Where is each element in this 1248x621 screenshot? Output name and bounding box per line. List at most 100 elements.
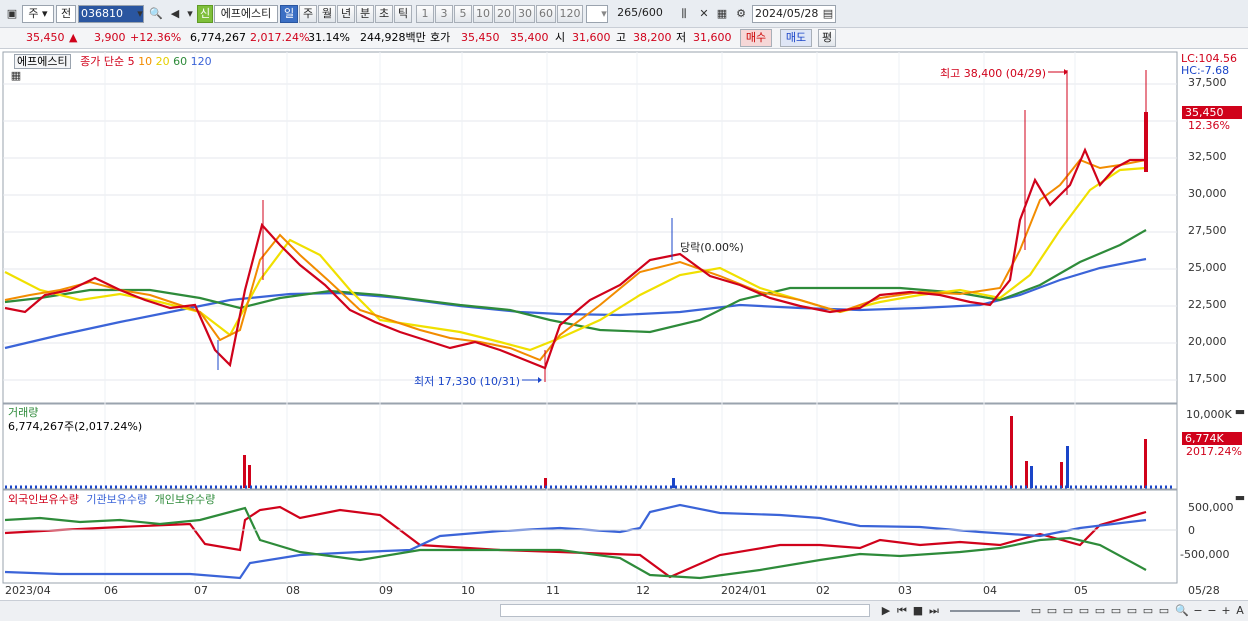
turnover: 31.14% <box>308 31 350 44</box>
period-select[interactable]: 주 ▾ <box>22 5 54 23</box>
code-value: 036810 <box>81 7 123 20</box>
period-select-label: 주 <box>28 7 39 20</box>
chevron-down-icon[interactable]: ▾ <box>132 6 148 22</box>
n-button-1[interactable]: 1 <box>416 5 434 23</box>
layout-icon[interactable]: ▭ <box>1076 603 1092 619</box>
zoom-slider[interactable] <box>950 610 1020 612</box>
volume-value: 6,774,267주(2,017.24%) <box>8 420 143 433</box>
x-tick: 2023/04 <box>5 584 51 597</box>
y-tick-37500: 37,500 <box>1188 76 1227 89</box>
layout-icon[interactable]: ▭ <box>1140 603 1156 619</box>
volume-max-tick: 10,000K <box>1186 408 1232 421</box>
table-icon[interactable]: ▦ <box>8 68 24 84</box>
ruler-icon[interactable]: ▦ <box>714 6 730 22</box>
low-annotation: 최저 17,330 (10/31) <box>414 375 521 388</box>
search-icon[interactable]: 🔍 <box>148 6 164 22</box>
y-tick-17500: 17,500 <box>1188 372 1227 385</box>
change-pct: +12.36% <box>130 31 182 44</box>
chevron-down-icon[interactable]: ▾ <box>182 6 198 22</box>
x-tick: 02 <box>816 584 830 597</box>
stop-icon[interactable]: ■ <box>910 603 926 619</box>
legend-ma120: 120 <box>190 55 212 68</box>
magnifier-icon[interactable]: 🔍 <box>1174 603 1190 619</box>
layout-icon[interactable]: ▭ <box>1044 603 1060 619</box>
last-pct-tag: 12.36% <box>1188 119 1230 132</box>
count-value: 265 <box>617 6 639 19</box>
y-tick-27500: 27,500 <box>1188 224 1227 237</box>
tab-year[interactable]: 년 <box>337 5 355 23</box>
open-price: 31,600 <box>572 31 611 44</box>
calendar-icon[interactable]: ▤ <box>820 6 836 22</box>
scrollbar[interactable] <box>500 604 870 617</box>
low-label: 저 <box>676 31 687 44</box>
legend-ma5: 5 <box>127 55 135 68</box>
layout-icon[interactable]: ▭ <box>1028 603 1044 619</box>
holding-legend: 외국인보유수량 기관보유수량 개인보유수량 <box>8 491 215 507</box>
tab-second[interactable]: 초 <box>375 5 393 23</box>
bid-price: 35,400 <box>510 31 549 44</box>
high-label: 고 <box>616 31 627 44</box>
change: 3,900 <box>94 31 126 44</box>
y-tick-30000: 30,000 <box>1188 187 1227 200</box>
collapse-icon[interactable]: ▬ <box>1232 490 1248 506</box>
collapse-icon[interactable]: ▬ <box>1232 404 1248 420</box>
n-button-120[interactable]: 120 <box>557 5 583 23</box>
x-tick: 06 <box>104 584 118 597</box>
tab-week[interactable]: 주 <box>299 5 317 23</box>
gear-icon[interactable]: ⚙ <box>733 6 749 22</box>
price-legend: 에프에스티 종가 단순 5 10 20 60 120 <box>14 53 212 69</box>
speaker-icon[interactable]: ◀︎ <box>167 6 183 22</box>
n-button-10[interactable]: 10 <box>473 5 493 23</box>
prev-select[interactable]: 전 <box>56 5 76 23</box>
layout-icon[interactable]: ▭ <box>1092 603 1108 619</box>
up-triangle-icon: ▲ <box>69 31 78 44</box>
tab-day[interactable]: 일 <box>280 5 298 23</box>
layout-icon[interactable]: ▭ <box>1060 603 1076 619</box>
tab-month[interactable]: 월 <box>318 5 336 23</box>
window-icon[interactable]: ▣ <box>4 6 20 22</box>
x-tick: 2024/01 <box>721 584 767 597</box>
x-tick: 12 <box>636 584 650 597</box>
last-price-tag: 35,450 <box>1182 106 1242 119</box>
font-size-icon[interactable]: A <box>1232 603 1248 619</box>
rewind-icon[interactable]: ⏮ <box>894 603 910 619</box>
avg-button[interactable]: 평 <box>818 29 836 47</box>
fast-forward-icon[interactable]: ⏭ <box>926 603 942 619</box>
tab-tick[interactable]: 틱 <box>394 5 412 23</box>
x-tick: 09 <box>379 584 393 597</box>
sell-button[interactable]: 매도 <box>780 29 812 47</box>
hoga-label: 호가 <box>430 31 451 44</box>
holding-tick-500k: 500,000 <box>1188 501 1234 514</box>
buy-button[interactable]: 매수 <box>740 29 772 47</box>
n-button-20[interactable]: 20 <box>494 5 514 23</box>
layout-icon[interactable]: ▭ <box>1124 603 1140 619</box>
candle-icon[interactable]: ⫼ <box>676 6 692 22</box>
n-button-5[interactable]: 5 <box>454 5 472 23</box>
volume: 6,774,267 <box>190 31 246 44</box>
layout-icon[interactable]: ▭ <box>1156 603 1172 619</box>
cross-icon[interactable]: ✕ <box>696 6 712 22</box>
price: 35,450 <box>26 31 65 44</box>
legend-individual: 개인보유수량 <box>154 493 216 506</box>
n-button-60[interactable]: 60 <box>536 5 556 23</box>
tab-minute[interactable]: 분 <box>356 5 374 23</box>
ask-price: 35,450 <box>461 31 500 44</box>
chart-area[interactable]: 에프에스티 종가 단순 5 10 20 60 120 ▦ 최고 38,400 (… <box>0 50 1248 621</box>
legend-stock-name[interactable]: 에프에스티 <box>14 54 71 69</box>
high-price: 38,200 <box>633 31 672 44</box>
y-tick-25000: 25,000 <box>1188 261 1227 274</box>
legend-ma20: 20 <box>155 55 170 68</box>
count-display: 265/600 <box>612 5 668 23</box>
high-annotation: 최고 38,400 (04/29) <box>940 67 1047 80</box>
price-panel-frame <box>2 51 1178 404</box>
n-button-30[interactable]: 30 <box>515 5 535 23</box>
chart-svg <box>2 51 1178 584</box>
open-label: 시 <box>555 31 566 44</box>
chevron-down-icon[interactable]: ▾ <box>596 6 612 22</box>
count-total: /600 <box>638 6 663 19</box>
sin-badge: 신 <box>197 5 213 23</box>
layout-icon[interactable]: ▭ <box>1108 603 1124 619</box>
scroll-right-icon[interactable]: ▶ <box>878 603 894 619</box>
holding-tick-neg500k: -500,000 <box>1180 548 1230 561</box>
n-button-3[interactable]: 3 <box>435 5 453 23</box>
